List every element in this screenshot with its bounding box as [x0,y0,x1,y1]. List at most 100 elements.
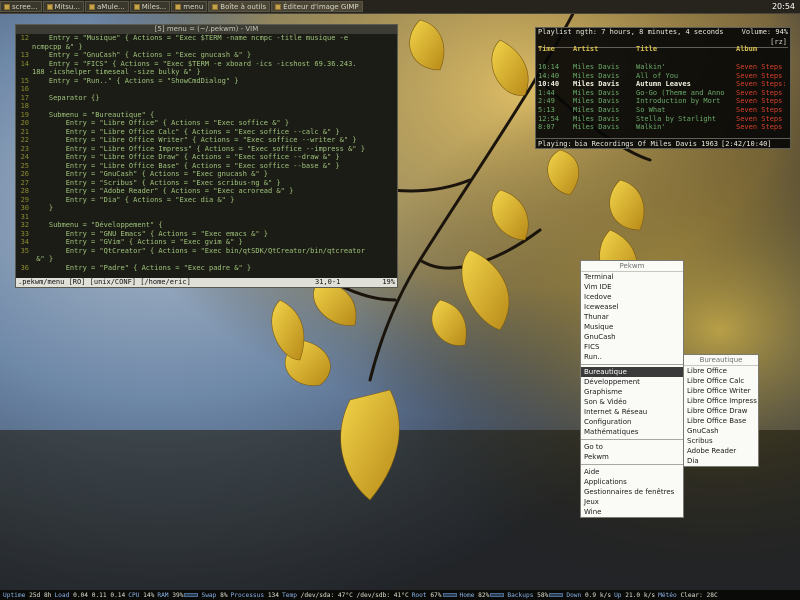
playlist-row[interactable]: 16:14 Miles Davis Walkin' Seven Steps [536,63,790,72]
vim-line[interactable]: 34 Entry = "GVim" { Actions = "Exec gvim… [16,238,397,247]
vim-line-number: 32 [20,221,29,229]
menu-item[interactable]: Run.. [581,352,683,362]
menu-item[interactable]: Vim IDE [581,282,683,292]
menu-item[interactable]: Wine [581,507,683,517]
vim-line[interactable]: 15 Entry = "Run.." { Actions = "ShowCmdD… [16,77,397,86]
vim-line[interactable]: 31 [16,213,397,222]
vim-window[interactable]: [5] menu = (~/.pekwm) - VIM 12 Entry = "… [15,24,398,288]
menu-item[interactable]: Musique [581,322,683,332]
vim-line[interactable]: 33 Entry = "GNU Emacs" { Actions = "Exec… [16,230,397,239]
menu-item[interactable]: Iceweasel [581,302,683,312]
menu-item[interactable]: Applications [581,477,683,487]
menu-item[interactable]: Internet & Réseau [581,407,683,417]
playlist-row[interactable]: 2:49 Miles Davis Introduction by Mort Seven… [536,97,790,106]
vim-line[interactable]: 32 Submenu = "Développement" { [16,221,397,230]
ncmpcpp-playlist[interactable]: Playlist ngth: 7 hours, 8 minutes, 4 sec… [535,27,791,149]
vim-line[interactable]: &" } [16,255,397,264]
vim-line-number: 15 [20,76,29,85]
playlist-row[interactable]: 12:54 Miles Davis Stella by Starlight Seven… [536,115,790,124]
menu-item[interactable]: Bureautique [581,367,683,377]
vim-line[interactable]: 35 Entry = "QtCreator" { Actions = "Exec… [16,247,397,256]
menu-item[interactable]: GnuCash [581,332,683,342]
vim-line[interactable]: 13 Entry = "GnuCash" { Actions = "Exec g… [16,51,397,60]
playlist-row[interactable]: 8:07 Miles Davis Walkin' Seven Steps [536,123,790,132]
menu-item[interactable]: Développement [581,377,683,387]
taskbar-task-browser[interactable]: Mitsu... [42,1,85,12]
menu-item[interactable]: Configuration [581,417,683,427]
vim-title-bar[interactable]: [5] menu = (~/.pekwm) - VIM [16,25,397,34]
vim-line[interactable]: 18 [16,102,397,111]
vim-line[interactable]: 27 Entry = "Scribus" { Actions = "Exec s… [16,179,397,188]
track-artist: Miles Davis [573,97,620,106]
playlist-row[interactable]: 5:13 Miles Davis So What Seven Steps [536,106,790,115]
vim-line[interactable]: 24 Entry = "Libre Office Draw" { Actions… [16,153,397,162]
menu-item[interactable]: Graphisme [581,387,683,397]
vim-line[interactable]: 17 Separator {} [16,94,397,103]
taskbar-task-gimp-toolbox[interactable]: Boîte à outils [208,1,271,12]
playlist-column-headers: Time Artist Title Album [536,45,790,54]
menu-item[interactable]: Mathématiques [581,427,683,437]
menu-item[interactable]: FICS [581,342,683,352]
submenu-item[interactable]: Libre Office [684,366,758,376]
menu-item[interactable]: Icedove [581,292,683,302]
vim-line[interactable]: 30 } [16,204,397,213]
bureautique-submenu: Bureautique Libre Office Libre Office Cal… [683,354,759,467]
menu-item[interactable]: Jeux [581,497,683,507]
menu-item[interactable]: Terminal [581,272,683,282]
vim-line[interactable]: 12 Entry = "Musique" { Actions = "Exec $… [16,34,397,43]
menu-item[interactable]: Aide [581,467,683,477]
submenu-item[interactable]: Adobe Reader [684,446,758,456]
submenu-item[interactable]: Libre Office Draw [684,406,758,416]
menu-item[interactable]: Go to [581,442,683,452]
submenu-item[interactable]: Scribus [684,436,758,446]
submenu-item[interactable]: Dia [684,456,758,466]
menu-item[interactable]: Son & Vidéo [581,397,683,407]
vim-line[interactable]: 36 Entry = "Padre" { Actions = "Exec pad… [16,264,397,273]
vim-line[interactable]: 25 Entry = "Libre Office Base" { Actions… [16,162,397,171]
menu-item[interactable]: Gestionnaires de fenêtres [581,487,683,497]
submenu-item[interactable]: Libre Office Base [684,416,758,426]
playlist-row[interactable]: 14:40 Miles Davis All of You Seven Steps [536,72,790,81]
gimp-icon [212,3,219,10]
conky-temp: Temp /dev/sda: 47°C /dev/sdb: 41°C [282,591,409,599]
menu-item[interactable]: Thunar [581,312,683,322]
column-album[interactable]: Album [736,45,790,54]
vim-buffer[interactable]: 12 Entry = "Musique" { Actions = "Exec $… [16,34,397,278]
vim-line-number: 27 [20,178,29,187]
vim-line[interactable]: 14 Entry = "FICS" { Actions = "Exec $TER… [16,60,397,69]
column-artist[interactable]: Artist [573,45,633,54]
playing-time: [2:42/10:40] [721,140,772,148]
taskbar: scree... Mitsu... aMule... Miles... menu… [0,0,800,14]
vim-line[interactable]: 20 Entry = "Libre Office" { Actions = "E… [16,119,397,128]
column-title[interactable]: Title [636,45,732,54]
column-time[interactable]: Time [538,45,572,54]
vim-line[interactable]: 16 [16,85,397,94]
submenu-item[interactable]: Libre Office Writer [684,386,758,396]
browser-icon [46,3,53,10]
taskbar-task-music[interactable]: Miles... [129,1,171,12]
track-title: Walkin' [636,63,666,71]
taskbar-task-menu[interactable]: menu [171,1,208,12]
track-title: So What [636,105,666,114]
menu-item[interactable]: Pekwm [581,452,683,462]
vim-line[interactable]: 28 Entry = "Adobe Reader" { Actions = "E… [16,187,397,196]
vim-line[interactable]: 22 Entry = "Libre Office Writer" { Actio… [16,136,397,145]
playlist-row[interactable]: 1:44 Miles Davis Go-Go (Theme and Anno Seve… [536,89,790,98]
vim-line-text: Entry = "Scribus" { Actions = "Exec scri… [32,178,281,187]
vim-line[interactable]: 19 Submenu = "Bureautique" { [16,111,397,120]
track-time: 8:07 [538,123,555,132]
submenu-item[interactable]: Libre Office Impress [684,396,758,406]
taskbar-task-gimp-editor[interactable]: Éditeur d'image GIMP [271,1,363,12]
playlist-row[interactable]: 10:40 Miles Davis Autumn Leaves Seven Steps… [536,80,790,89]
vim-line[interactable]: 23 Entry = "Libre Office Impress" { Acti… [16,145,397,154]
taskbar-task-terminal[interactable]: scree... [0,1,42,12]
taskbar-task-amule[interactable]: aMule... [85,1,129,12]
vim-line[interactable]: 188 -icshelper timeseal -size bulky &" } [16,68,397,77]
submenu-item[interactable]: Libre Office Calc [684,376,758,386]
submenu-item[interactable]: GnuCash [684,426,758,436]
vim-line[interactable]: 29 Entry = "Dia" { Actions = "Exec dia &… [16,196,397,205]
vim-line-text: &" } [32,255,54,263]
vim-line[interactable]: ncmpcpp &" } [16,43,397,52]
vim-line[interactable]: 26 Entry = "GnuCash" { Actions = "Exec g… [16,170,397,179]
vim-line[interactable]: 21 Entry = "Libre Office Calc" { Actions… [16,128,397,137]
